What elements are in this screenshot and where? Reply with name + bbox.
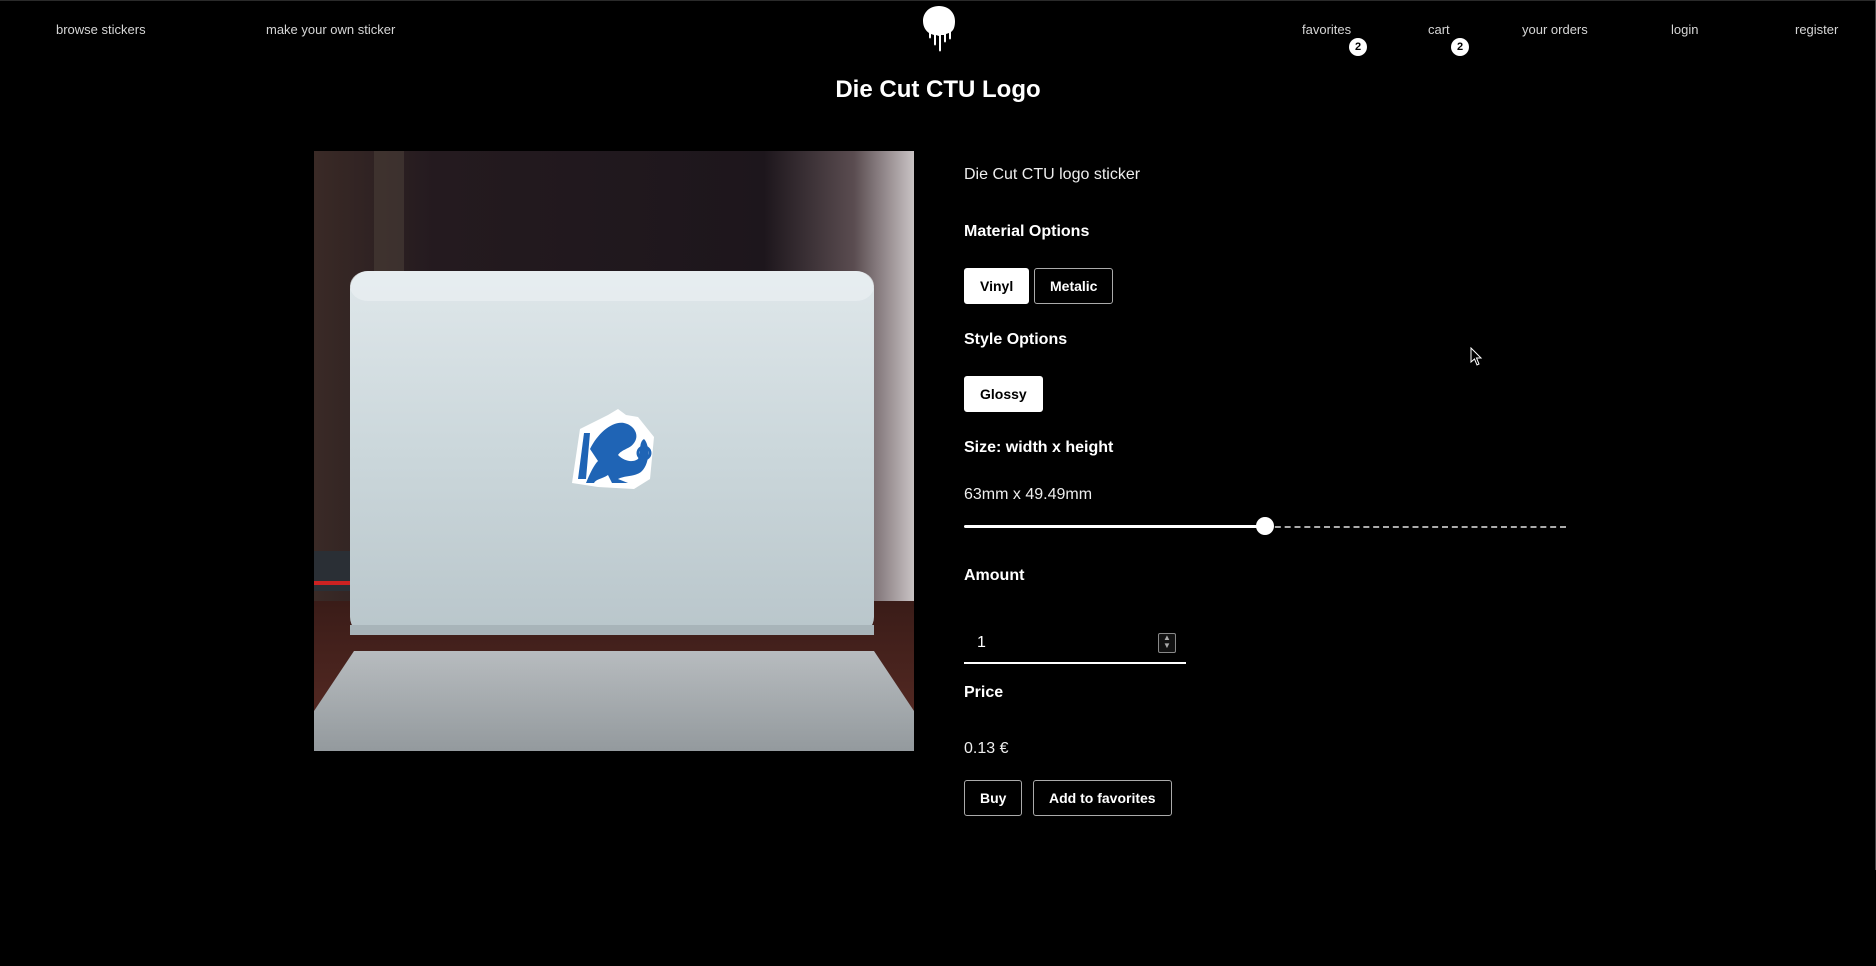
nav-login[interactable]: login bbox=[1671, 22, 1698, 37]
material-option-metalic[interactable]: Metalic bbox=[1034, 268, 1114, 304]
buy-button[interactable]: Buy bbox=[964, 780, 1023, 816]
amount-value: 1 bbox=[977, 634, 986, 651]
laptop-with-ctu-sticker-image bbox=[314, 151, 914, 751]
amount-label: Amount bbox=[964, 567, 1025, 584]
amount-input[interactable]: 1 ▲ ▼ bbox=[964, 628, 1186, 664]
page: browse stickers make your own sticker fa… bbox=[0, 0, 1876, 966]
product-description: Die Cut CTU logo sticker bbox=[964, 166, 1141, 183]
nav-your-orders[interactable]: your orders bbox=[1522, 22, 1588, 37]
price-label: Price bbox=[964, 684, 1004, 701]
nav-cart[interactable]: cart bbox=[1428, 22, 1450, 37]
nav-register[interactable]: register bbox=[1795, 22, 1838, 37]
nav-browse-stickers[interactable]: browse stickers bbox=[56, 22, 146, 37]
chevron-down-icon[interactable]: ▼ bbox=[1163, 641, 1171, 650]
size-value: 63mm x 49.49mm bbox=[964, 486, 1093, 503]
style-options-label: Style Options bbox=[964, 331, 1068, 348]
favorites-count-badge: 2 bbox=[1349, 38, 1367, 56]
material-option-vinyl[interactable]: Vinyl bbox=[964, 268, 1030, 304]
size-slider-track-filled[interactable] bbox=[964, 525, 1265, 528]
mouse-cursor-icon bbox=[1470, 347, 1483, 366]
nav-favorites[interactable]: favorites bbox=[1302, 22, 1351, 37]
size-slider-track[interactable] bbox=[1265, 526, 1566, 528]
price-value: 0.13 € bbox=[964, 740, 1009, 757]
material-options-label: Material Options bbox=[964, 223, 1090, 240]
add-to-favorites-button[interactable]: Add to favorites bbox=[1033, 780, 1172, 816]
top-border bbox=[0, 0, 1876, 1]
cart-count-badge: 2 bbox=[1451, 38, 1469, 56]
size-label: Size: width x height bbox=[964, 439, 1114, 456]
drip-logo-icon[interactable] bbox=[922, 4, 956, 52]
nav-make-your-own-sticker[interactable]: make your own sticker bbox=[266, 22, 395, 37]
product-image bbox=[314, 151, 914, 751]
size-slider-thumb[interactable] bbox=[1256, 517, 1274, 535]
page-title: Die Cut CTU Logo bbox=[835, 76, 1041, 103]
amount-stepper[interactable]: ▲ ▼ bbox=[1158, 633, 1176, 653]
style-option-glossy[interactable]: Glossy bbox=[964, 376, 1043, 412]
